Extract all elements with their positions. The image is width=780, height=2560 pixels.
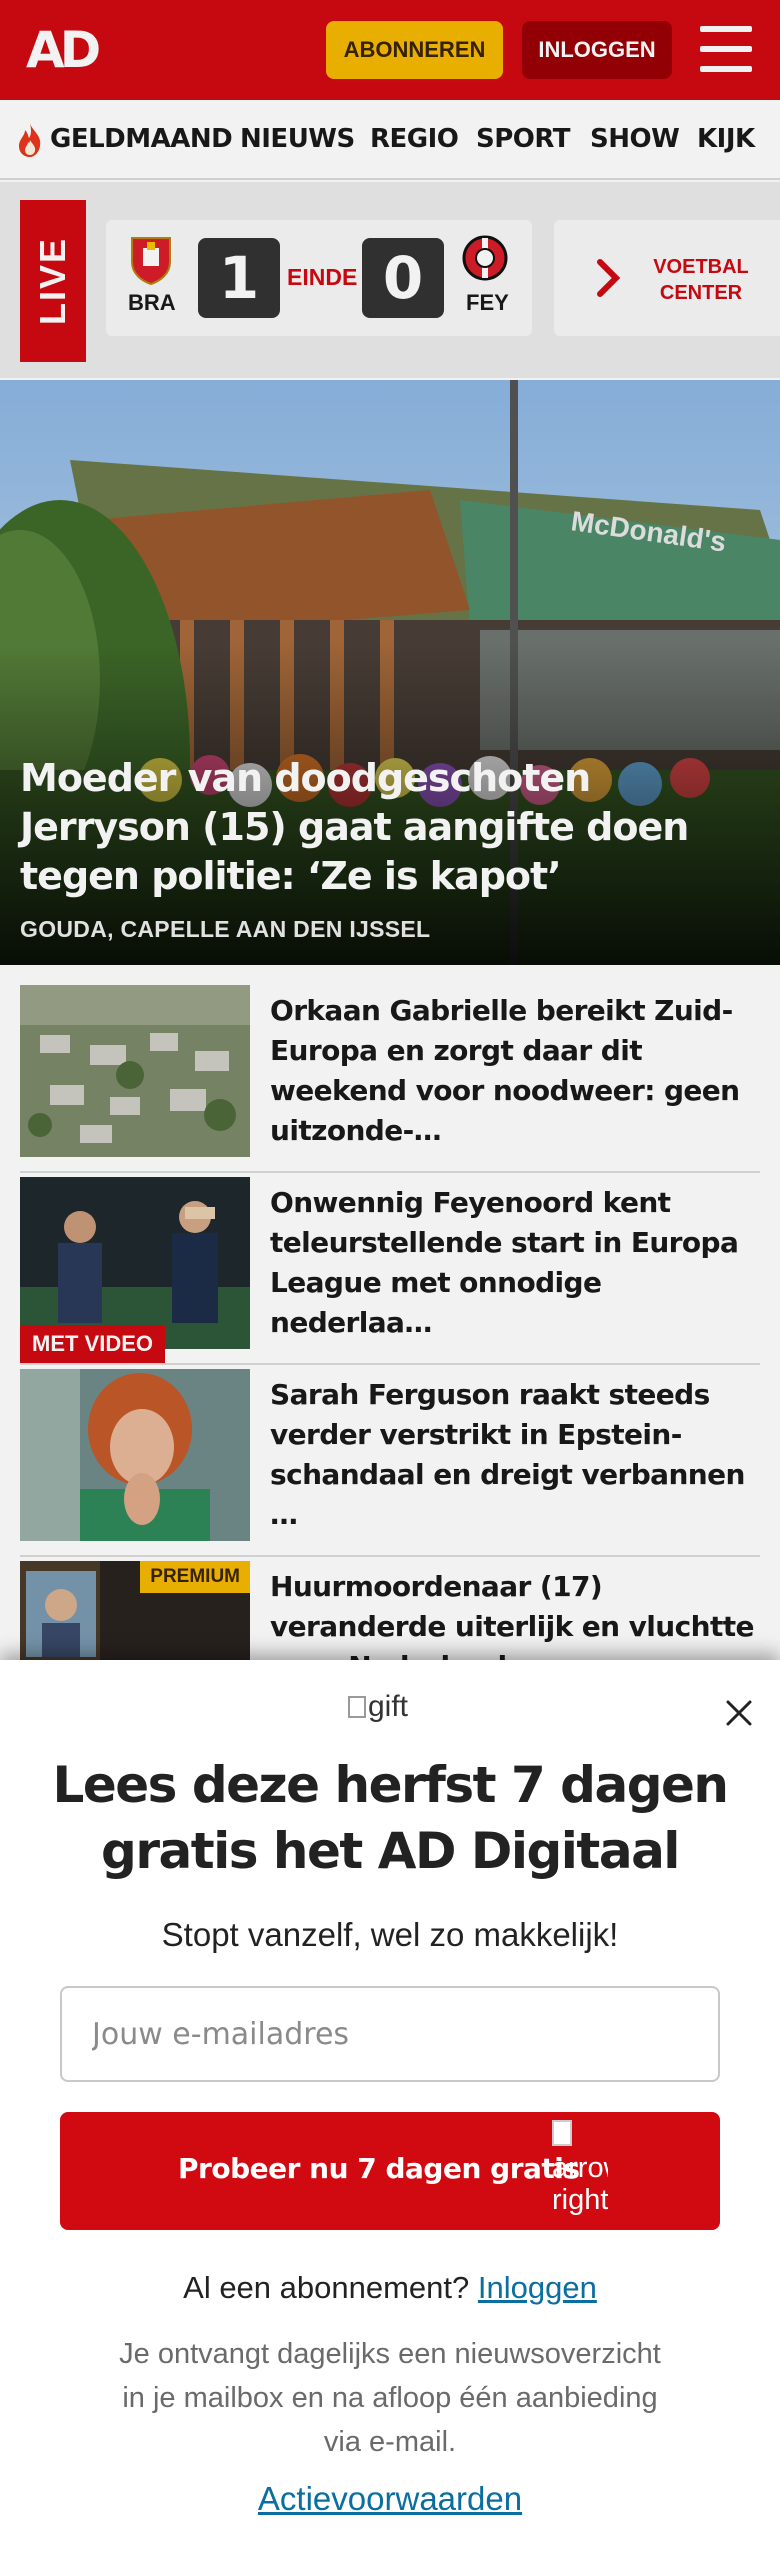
page-dim-overlay — [0, 0, 780, 1660]
login-prompt: Al een abonnement? Inloggen — [40, 2270, 740, 2306]
gift-alt-text: gift — [368, 1690, 409, 1723]
email-field[interactable] — [60, 1986, 720, 2082]
login-link[interactable]: Inloggen — [478, 2270, 597, 2305]
arrow-right-icon: arrow-right — [552, 2120, 608, 2224]
close-icon[interactable] — [722, 1696, 756, 1730]
gift-icon: gift — [348, 1690, 408, 1724]
cta-icon-alt-text: arrow-right — [552, 2152, 608, 2216]
try-free-button[interactable]: Probeer nu 7 dagen gratis arrow-right — [60, 2112, 720, 2230]
modal-title: Lees deze herfst 7 dagen gratis het AD D… — [52, 1756, 730, 1880]
broken-image-icon — [552, 2120, 572, 2146]
modal-subtitle: Stopt vanzelf, wel zo makkelijk! — [161, 1916, 619, 1953]
subscription-modal: gift Lees deze herfst 7 dagen gratis het… — [0, 1660, 780, 2560]
login-prompt-text: Al een abonnement? — [183, 2270, 470, 2305]
broken-image-icon — [348, 1696, 366, 1718]
terms-link[interactable]: Actievoorwaarden — [40, 2480, 740, 2518]
cta-label: Probeer nu 7 dagen gratis — [178, 2152, 580, 2185]
fine-print: Je ontvangt dagelijks een nieuwsoverzich… — [119, 2338, 661, 2458]
